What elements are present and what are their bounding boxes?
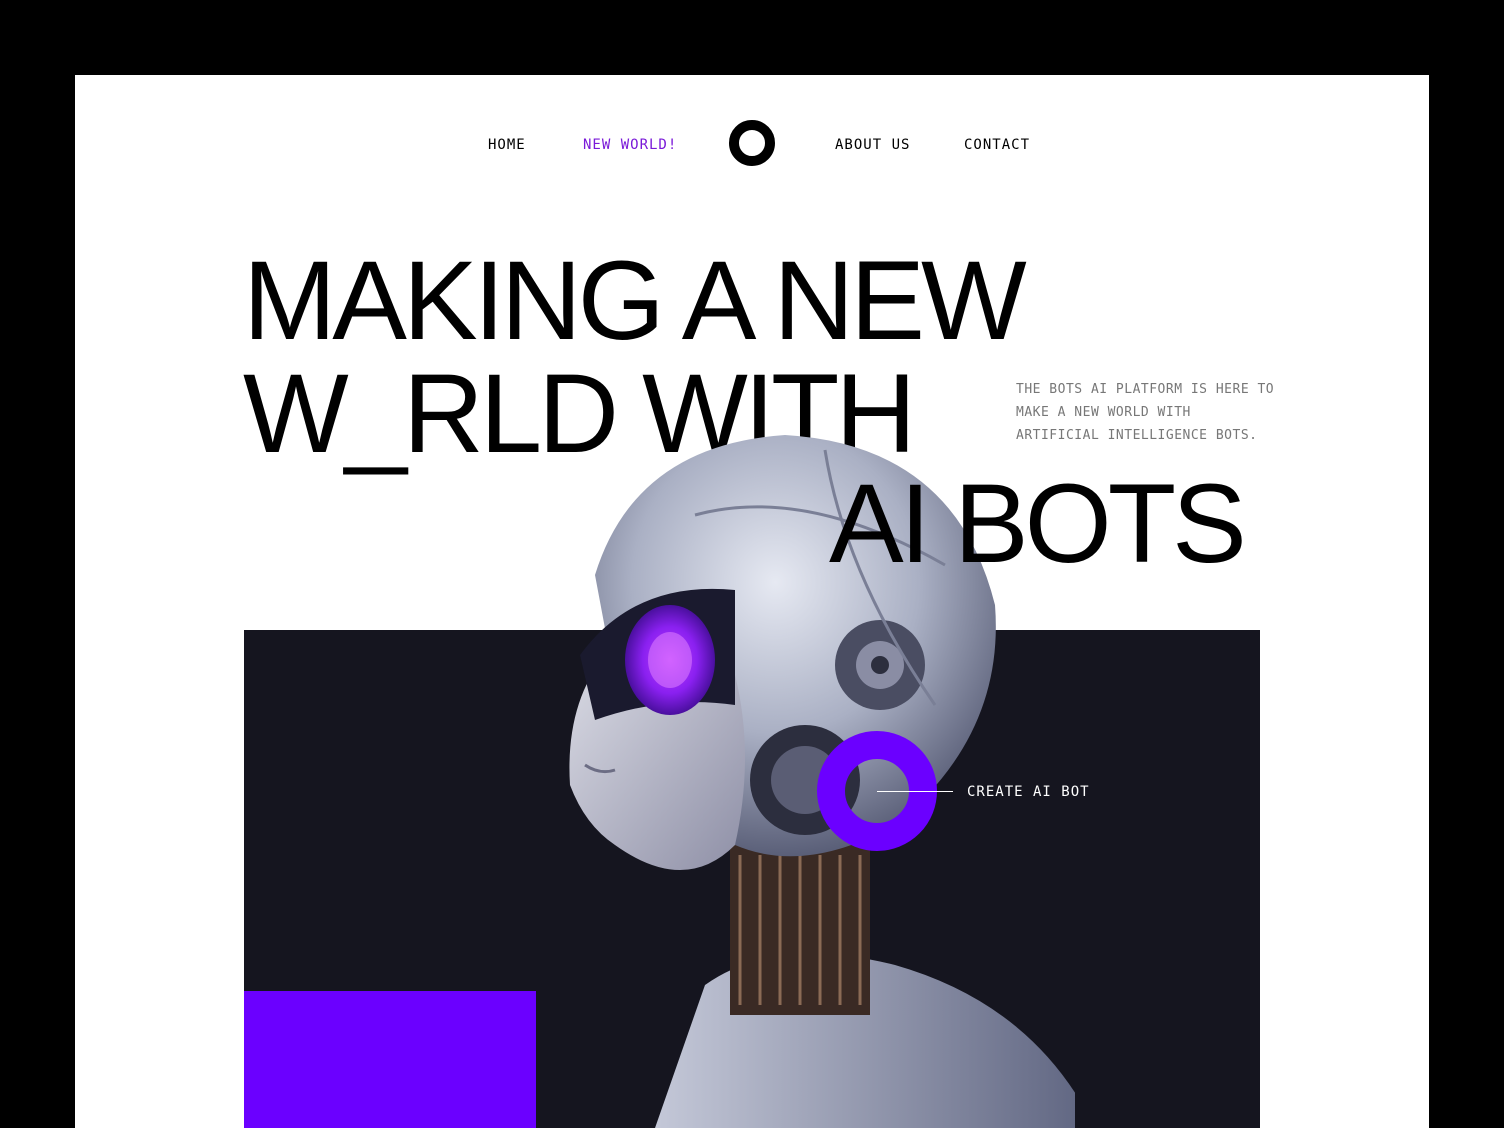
create-ai-bot-button[interactable]: CREATE AI BOT — [967, 783, 1090, 801]
landing-page: HOME NEW WORLD! ABOUT US CONTACT MAKING … — [75, 75, 1429, 1128]
nav-new-world[interactable]: NEW WORLD! — [583, 136, 677, 154]
headline-line-3: AI BOTS — [829, 461, 1247, 586]
ring-logo-icon[interactable] — [729, 120, 775, 166]
headline-line-1: MAKING A NEW — [243, 238, 1027, 363]
nav-home[interactable]: HOME — [488, 136, 526, 154]
cta-connector-line — [877, 791, 953, 792]
nav-about-us[interactable]: ABOUT US — [835, 136, 910, 154]
nav-contact[interactable]: CONTACT — [964, 136, 1030, 154]
